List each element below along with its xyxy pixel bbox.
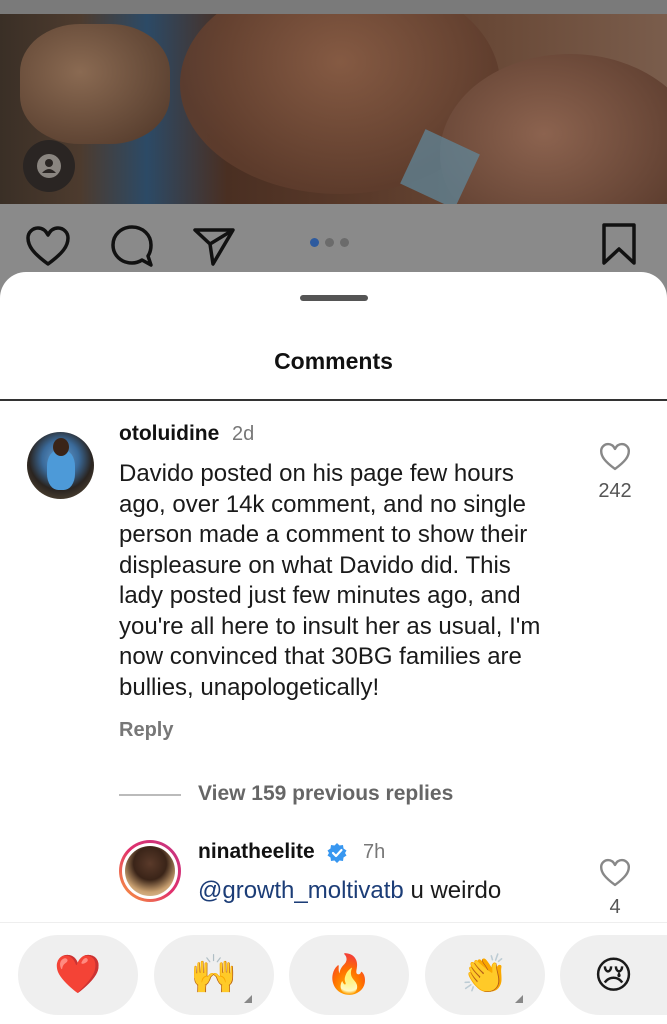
fire-emoji-icon: 🔥 — [325, 954, 373, 996]
mention-link[interactable]: @growth_moltivatb — [198, 877, 404, 904]
reply-like-count: 4 — [609, 896, 621, 918]
comment-line: ago, over 14k comment, and no single — [119, 490, 526, 518]
sheet-title: Comments — [274, 348, 393, 374]
comment-line: bullies, unapologetically! — [119, 673, 380, 701]
reply-like-heart-icon[interactable] — [598, 856, 632, 888]
comment-line: displeasure on what Davido did. This — [119, 551, 511, 579]
quick-reaction-bar: ❤️ 🙌 🔥 👏 😢 — [0, 922, 667, 1024]
comments-sheet: Comments otoluidine 2d Davido posted on … — [0, 272, 667, 1024]
like-heart-icon[interactable] — [24, 222, 72, 270]
story-ring-avatar[interactable] — [119, 840, 181, 902]
reaction-crying-face-button[interactable]: 😢 — [560, 935, 667, 1015]
comment-line: lady posted just few minutes ago, and — [119, 582, 521, 609]
reaction-heart-button[interactable]: ❤️ — [18, 935, 138, 1015]
comment-text: Davido posted on his page few hours ago,… — [119, 459, 540, 703]
crying-face-emoji-icon: 😢 — [593, 954, 634, 997]
comment-line: person made a comment to show their — [119, 521, 528, 548]
comment-username[interactable]: otoluidine — [119, 422, 219, 446]
clapping-hands-emoji-icon: 👏 — [461, 954, 509, 996]
reaction-clapping-hands-button[interactable]: 👏 — [425, 935, 545, 1015]
user-tag-icon[interactable] — [23, 140, 75, 192]
comment-time: 2d — [232, 423, 255, 445]
comment-icon[interactable] — [108, 222, 156, 270]
comment-like-heart-icon[interactable] — [598, 440, 632, 472]
comment-line: now convinced that 30BG families are — [119, 643, 522, 670]
carousel-indicator — [310, 238, 349, 247]
reaction-raised-hands-button[interactable]: 🙌 — [154, 935, 274, 1015]
reply-username[interactable]: ninatheelite — [198, 840, 315, 864]
reply-text: @growth_moltivatb u weirdo — [198, 876, 501, 907]
divider — [0, 399, 667, 401]
drag-handle[interactable] — [300, 295, 368, 301]
comment-line: you're all here to insult her as usual, … — [119, 612, 541, 640]
status-bar — [0, 0, 667, 14]
raised-hands-emoji-icon: 🙌 — [190, 954, 238, 996]
heart-emoji-icon: ❤️ — [54, 954, 102, 996]
replies-divider — [119, 794, 181, 796]
view-previous-replies-button[interactable]: View 159 previous replies — [198, 782, 453, 806]
skin-tone-indicator — [515, 995, 523, 1003]
reply-time: 7h — [363, 841, 386, 863]
share-send-icon[interactable] — [190, 222, 238, 270]
reply-body: u weirdo — [403, 877, 502, 904]
skin-tone-indicator — [244, 995, 252, 1003]
comment-line: Davido posted on his page few hours — [119, 460, 514, 487]
reply-button[interactable]: Reply — [119, 719, 173, 742]
comment-like-count: 242 — [598, 480, 632, 502]
post-image[interactable] — [0, 14, 667, 204]
verified-badge-icon — [327, 843, 347, 863]
avatar[interactable] — [27, 432, 94, 499]
bookmark-icon[interactable] — [596, 220, 642, 268]
reaction-fire-button[interactable]: 🔥 — [289, 935, 409, 1015]
